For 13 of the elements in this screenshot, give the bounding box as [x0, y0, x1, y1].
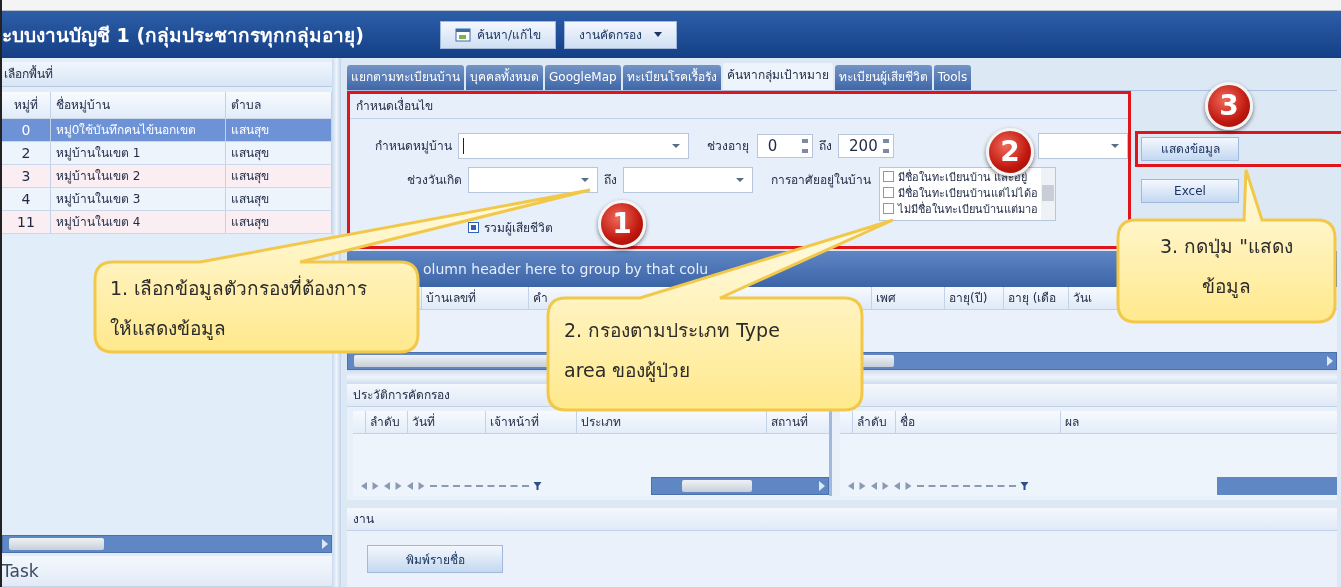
section-title: กำหนดเงื่อนไข — [350, 93, 1128, 119]
field-label: การอาศัยอยู่ในบ้าน — [770, 171, 872, 190]
window-title: ะบบงานบัญชี 1 (กลุ่มประชากรทุกกลุ่มอายุ) — [2, 22, 365, 50]
field-label: ถึง — [603, 171, 618, 189]
section-title: งาน — [347, 508, 1337, 531]
step-badge: 3 — [1205, 82, 1253, 130]
field-label: ช่วงวันเกิด — [406, 171, 463, 189]
task-label: Task — [2, 556, 332, 587]
panel-title: เลือกพื้นที่ — [2, 62, 332, 87]
callout-text: 2. กรองตามประเภท Type area ของผู้ป่วย — [564, 318, 781, 384]
field-label: กำหนดหมู่บ้าน — [374, 138, 454, 156]
field-label: ช่วงอายุ — [705, 138, 750, 156]
field-label: ถึง — [818, 138, 834, 156]
